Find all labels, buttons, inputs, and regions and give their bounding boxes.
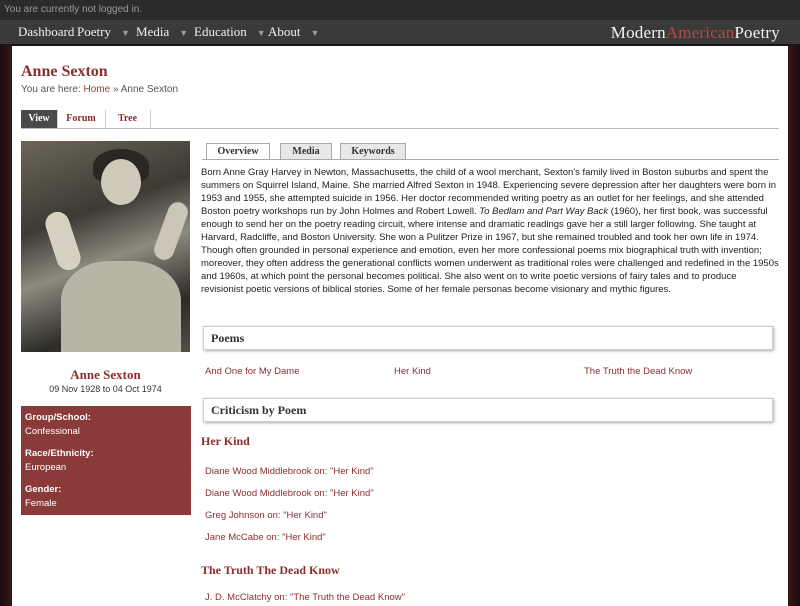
poet-portrait — [21, 141, 190, 352]
criticism-link[interactable]: Diane Wood Middlebrook on: "Her Kind" — [205, 488, 374, 499]
login-status-text: You are currently not logged in. — [4, 4, 143, 15]
subtab-media[interactable]: Media — [280, 143, 332, 159]
main-nav: Dashboard Poetry ▼ Media ▼ Education ▼ Abou… — [0, 20, 800, 45]
page-tabs: View Forum Tree — [21, 110, 779, 129]
poems-section-title: Poems — [211, 331, 245, 345]
info-label-gender: Gender: — [25, 484, 62, 495]
subtabs-divider — [202, 159, 779, 160]
poet-name: Anne Sexton — [70, 367, 141, 382]
page-title: Anne Sexton — [21, 63, 108, 80]
poem-link[interactable]: The Truth the Dead Know — [584, 366, 692, 377]
poet-info-box: Group/School: Confessional Race/Ethnicit… — [21, 406, 191, 515]
page-border-left — [0, 46, 12, 606]
login-status-bar: You are currently not logged in. — [0, 0, 800, 20]
criticism-link[interactable]: Diane Wood Middlebrook on: "Her Kind" — [205, 466, 374, 477]
info-label-race: Race/Ethnicity: — [25, 448, 94, 459]
chevron-down-icon: ▼ — [256, 28, 266, 38]
breadcrumb: You are here: Home » Anne Sexton — [21, 84, 178, 95]
tab-view[interactable]: View — [21, 110, 58, 128]
breadcrumb-current: Anne Sexton — [120, 84, 178, 95]
nav-poetry[interactable]: Poetry ▼ — [77, 20, 130, 44]
chevron-down-icon: ▼ — [120, 28, 130, 38]
nav-media[interactable]: Media ▼ — [136, 20, 188, 44]
info-value-gender: Female — [25, 498, 57, 509]
subtab-overview[interactable]: Overview — [206, 143, 270, 160]
poem-link[interactable]: Her Kind — [394, 366, 431, 377]
page-border-right — [788, 46, 800, 606]
info-value-race: European — [25, 462, 67, 473]
criticism-section-title: Criticism by Poem — [211, 403, 307, 417]
nav-education[interactable]: Education ▼ — [194, 20, 266, 44]
chevron-down-icon: ▼ — [179, 28, 189, 38]
criticism-link[interactable]: Jane McCabe on: "Her Kind" — [205, 532, 326, 543]
nav-dashboard[interactable]: Dashboard — [18, 20, 74, 44]
book-title: To Bedlam and Part Way Back — [479, 206, 609, 217]
site-logo[interactable]: ModernAmericanPoetry — [611, 20, 780, 44]
tab-tree[interactable]: Tree — [105, 110, 151, 128]
info-value-group: Confessional — [25, 426, 80, 437]
tab-forum[interactable]: Forum — [57, 110, 106, 128]
info-label-group: Group/School: — [25, 412, 91, 423]
poet-dates: 09 Nov 1928 to 04 Oct 1974 — [49, 384, 162, 394]
criticism-poem-heading: Her Kind — [201, 434, 250, 448]
criticism-poem-heading: The Truth The Dead Know — [201, 563, 340, 577]
poems-section-header: Poems — [203, 326, 773, 350]
criticism-section-header: Criticism by Poem — [203, 398, 773, 422]
criticism-link[interactable]: Greg Johnson on: "Her Kind" — [205, 510, 327, 521]
poem-link[interactable]: And One for My Dame — [205, 366, 300, 377]
chevron-down-icon: ▼ — [310, 28, 320, 38]
subtab-keywords[interactable]: Keywords — [340, 143, 406, 159]
nav-about[interactable]: About ▼ — [268, 20, 319, 44]
content-page: Anne Sexton You are here: Home » Anne Se… — [12, 46, 788, 606]
breadcrumb-home-link[interactable]: Home — [83, 84, 110, 95]
bio-text: Born Anne Gray Harvey in Newton, Massach… — [201, 167, 779, 295]
criticism-link[interactable]: J. D. McClatchy on: "The Truth the Dead … — [205, 592, 405, 603]
